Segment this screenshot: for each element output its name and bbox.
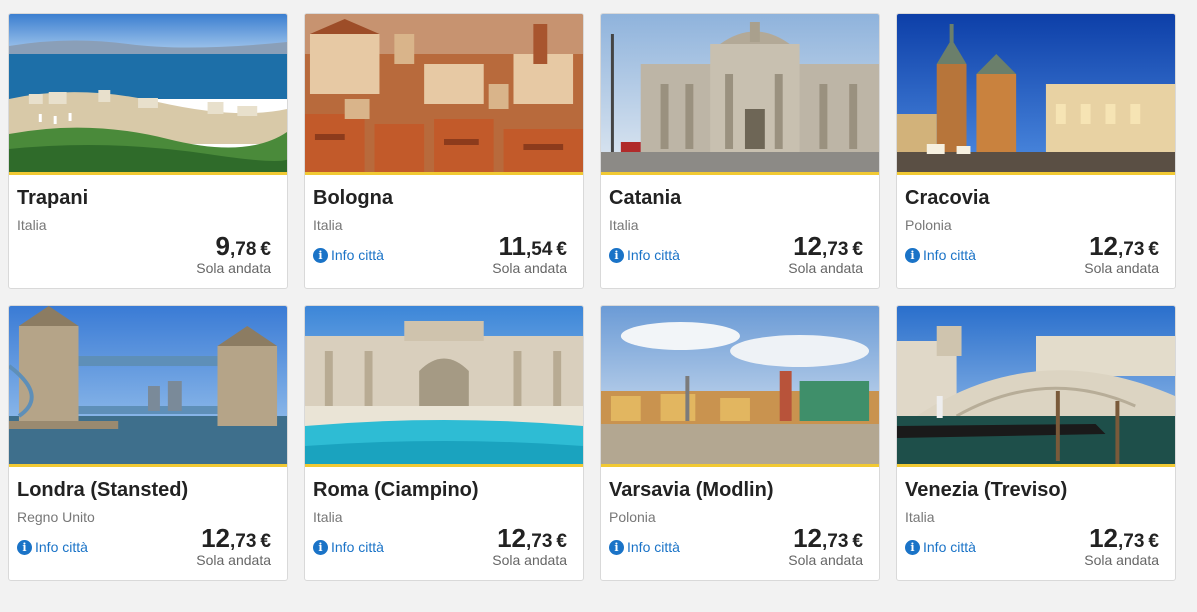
price-integer: 12 [497,523,526,553]
info-city-label: Info città [35,539,88,555]
currency-symbol: € [260,239,271,260]
destination-card-cracovia[interactable]: Cracovia Polonia i Info città 12,73 € Sola… [896,13,1176,289]
coastal-town-photo [9,14,287,175]
city-name: Catania [609,187,682,209]
country-name: Regno Unito [17,509,95,525]
price-integer: 12 [793,231,822,261]
city-name: Venezia (Treviso) [905,479,1068,501]
country-name: Italia [905,509,935,525]
info-icon: i [17,539,32,555]
info-icon: i [609,247,624,263]
destination-card-varsavia[interactable]: Varsavia (Modlin) Polonia i Info città 12… [600,305,880,581]
rialto-bridge-photo [897,306,1175,467]
city-name: Roma (Ciampino) [313,479,479,501]
price: 12,73 € [1089,523,1159,554]
one-way-label: Sola andata [196,552,271,568]
one-way-label: Sola andata [1084,260,1159,276]
city-name: Trapani [17,187,89,209]
country-name: Italia [313,217,343,233]
price: 12,73 € [497,523,567,554]
destination-card-venezia[interactable]: Venezia (Treviso) Italia i Info città 12,… [896,305,1176,581]
one-way-label: Sola andata [492,260,567,276]
currency-symbol: € [260,531,271,552]
price-integer: 12 [201,523,230,553]
price-integer: 11 [498,231,527,261]
info-city-link[interactable]: i Info città [609,247,680,263]
currency-symbol: € [852,239,863,260]
info-icon: i [905,247,920,263]
country-name: Italia [609,217,639,233]
info-city-label: Info città [331,539,384,555]
one-way-label: Sola andata [788,260,863,276]
price: 12,73 € [793,231,863,262]
info-icon: i [313,247,328,263]
price-decimal: ,73 [822,531,849,552]
one-way-label: Sola andata [788,552,863,568]
price-integer: 12 [1089,523,1118,553]
city-name: Cracovia [905,187,990,209]
price-integer: 12 [1089,231,1118,261]
night-square-photo [897,14,1175,175]
info-city-link[interactable]: i Info città [313,539,384,555]
price: 12,73 € [1089,231,1159,262]
destination-card-roma[interactable]: Roma (Ciampino) Italia i Info città 12,73… [304,305,584,581]
currency-symbol: € [556,239,567,260]
price: 12,73 € [793,523,863,554]
price-decimal: ,73 [1118,531,1145,552]
price-decimal: ,73 [1118,239,1145,260]
info-icon: i [905,539,920,555]
price: 12,73 € [201,523,271,554]
info-city-label: Info città [627,247,680,263]
country-name: Polonia [905,217,952,233]
info-city-link[interactable]: i Info città [905,539,976,555]
one-way-label: Sola andata [1084,552,1159,568]
price-decimal: ,78 [230,239,257,260]
rooftops-photo [305,14,583,175]
info-icon: i [609,539,624,555]
destination-card-londra[interactable]: Londra (Stansted) Regno Unito i Info citt… [8,305,288,581]
destination-card-bologna[interactable]: Bologna Italia i Info città 11,54 € Sola a… [304,13,584,289]
country-name: Polonia [609,509,656,525]
currency-symbol: € [852,531,863,552]
country-name: Italia [313,509,343,525]
price-decimal: ,73 [822,239,849,260]
currency-symbol: € [1148,239,1159,260]
city-name: Bologna [313,187,393,209]
destinations-grid: Trapani Italia 9,78 € Sola andata Bologna… [8,13,1176,581]
price-integer: 12 [793,523,822,553]
price: 11,54 € [499,231,568,262]
info-city-label: Info città [627,539,680,555]
info-city-link[interactable]: i Info città [609,539,680,555]
currency-symbol: € [556,531,567,552]
info-city-link[interactable]: i Info città [313,247,384,263]
country-name: Italia [17,217,47,233]
info-city-link[interactable]: i Info città [17,539,88,555]
price-decimal: ,54 [526,239,553,260]
city-name: Varsavia (Modlin) [609,479,774,501]
destination-card-trapani[interactable]: Trapani Italia 9,78 € Sola andata [8,13,288,289]
city-name: Londra (Stansted) [17,479,189,501]
old-town-photo [601,306,879,467]
currency-symbol: € [1148,531,1159,552]
price-decimal: ,73 [526,531,553,552]
one-way-label: Sola andata [196,260,271,276]
info-city-label: Info città [923,539,976,555]
fountain-photo [305,306,583,467]
tower-bridge-photo [9,306,287,467]
info-city-label: Info città [331,247,384,263]
info-icon: i [313,539,328,555]
one-way-label: Sola andata [492,552,567,568]
info-city-label: Info città [923,247,976,263]
destination-card-catania[interactable]: Catania Italia i Info città 12,73 € Sola a… [600,13,880,289]
cathedral-photo [601,14,879,175]
price-decimal: ,73 [230,531,257,552]
price-integer: 9 [215,231,230,261]
info-city-link[interactable]: i Info città [905,247,976,263]
price: 9,78 € [216,231,271,262]
